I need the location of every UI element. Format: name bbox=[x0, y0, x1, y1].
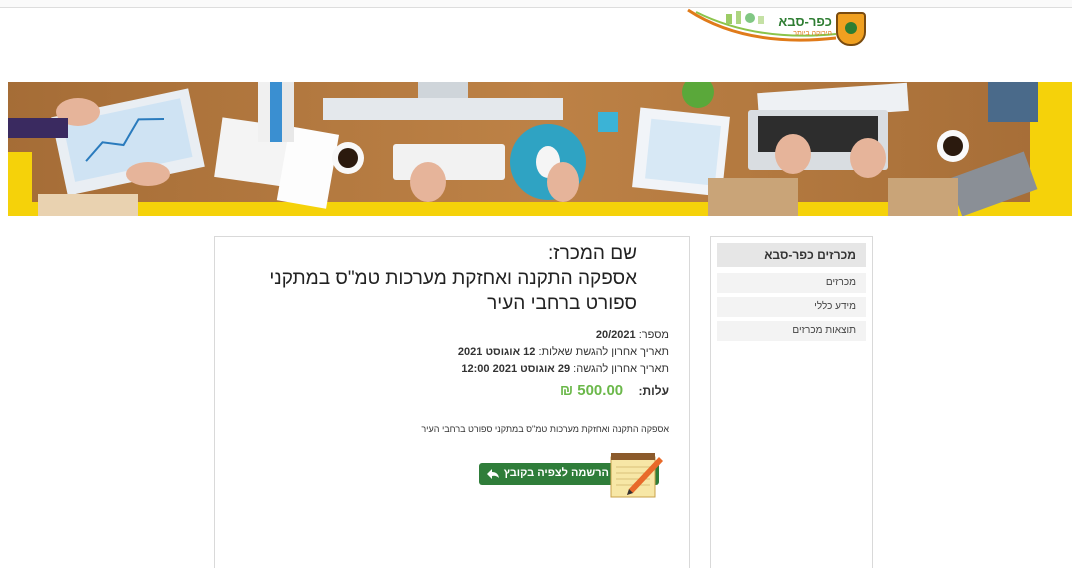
submit-deadline-row: תאריך אחרון להגשה: 29 אוגוסט 2021 12:00 bbox=[269, 361, 669, 378]
site-logo[interactable]: כפר-סבא הירוקה ביותר bbox=[686, 8, 876, 50]
tender-title: שם המכרז: אספקה התקנה ואחזקת מערכות טמ"ס… bbox=[217, 241, 637, 316]
sidebar-item-tenders[interactable]: מכרזים bbox=[717, 273, 866, 293]
office-desk-illustration bbox=[8, 82, 1072, 216]
tender-number-value: 20/2021 bbox=[595, 329, 636, 341]
questions-deadline-label: תאריך אחרון להגשת שאלות: bbox=[538, 346, 669, 358]
sidebar-item-general-info[interactable]: מידע כללי bbox=[717, 297, 866, 317]
cost-row: עלות: 500.00 ₪ bbox=[560, 382, 669, 399]
submit-deadline-label: תאריך אחרון להגשה: bbox=[573, 363, 669, 375]
logo-text: כפר-סבא bbox=[778, 14, 832, 29]
questions-deadline-value: 12 אוגוסט 2021 bbox=[457, 346, 536, 358]
tender-number-row: מספר: 20/2021 bbox=[269, 327, 669, 344]
notepad-pencil-icon bbox=[610, 453, 663, 498]
tender-details-panel: שם המכרז: אספקה התקנה ואחזקת מערכות טמ"ס… bbox=[214, 236, 690, 568]
tender-description: אספקה התקנה ואחזקת מערכות טמ"ס במתקני ספ… bbox=[421, 424, 669, 434]
hero-banner bbox=[8, 82, 1072, 216]
cost-value: 500.00 ₪ bbox=[559, 382, 624, 399]
sidebar: מכרזים כפר-סבא מכרזים מידע כללי תוצאות מ… bbox=[710, 236, 873, 568]
reply-arrow-icon bbox=[487, 469, 499, 479]
tender-title-line1: אספקה התקנה ואחזקת מערכות טמ"ס במתקני bbox=[269, 268, 637, 289]
submit-deadline-value: 29 אוגוסט 2021 12:00 bbox=[461, 363, 571, 375]
register-button-label: הרשמה לצפיה בקובץ bbox=[503, 467, 609, 479]
sidebar-item-tender-results[interactable]: תוצאות מכרזים bbox=[717, 321, 866, 341]
tender-title-line2: ספורט ברחבי העיר bbox=[487, 293, 637, 314]
top-bar bbox=[0, 0, 1072, 8]
register-section: הרשמה לצפיה בקובץ bbox=[479, 451, 667, 503]
sidebar-title: מכרזים כפר-סבא bbox=[717, 243, 866, 267]
tender-number-label: מספר: bbox=[638, 329, 669, 341]
questions-deadline-row: תאריך אחרון להגשת שאלות: 12 אוגוסט 2021 bbox=[269, 344, 669, 361]
city-seal-icon bbox=[836, 12, 866, 46]
tender-name-label: שם המכרז: bbox=[547, 243, 637, 264]
cost-label: עלות: bbox=[638, 384, 669, 398]
logo-subtitle: הירוקה ביותר bbox=[793, 30, 832, 37]
tender-meta: מספר: 20/2021 תאריך אחרון להגשת שאלות: 1… bbox=[269, 327, 669, 378]
